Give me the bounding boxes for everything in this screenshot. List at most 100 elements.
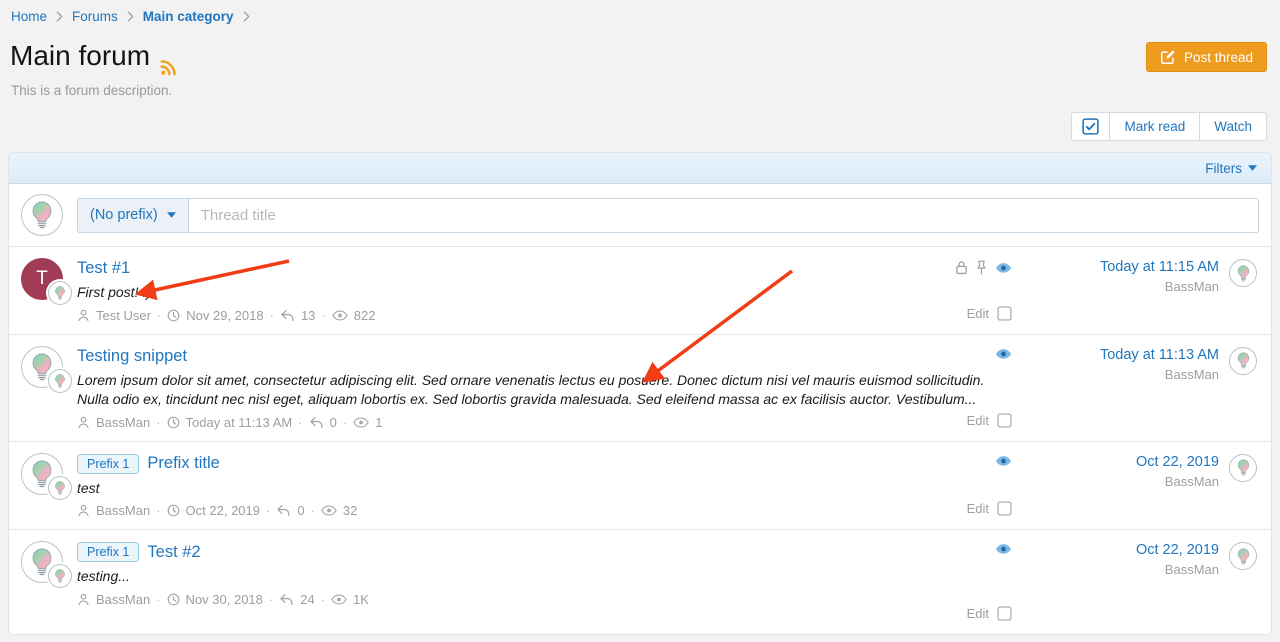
thread-snippet: testing... [77,567,1021,587]
thread-last-post: Oct 22, 2019 BassMan [1029,453,1219,519]
thread-author[interactable]: BassMan [96,592,150,607]
view-count: 1 [375,415,382,430]
breadcrumb-main-category[interactable]: Main category [143,9,234,24]
thread-row: Prefix 1 Prefix title test BassMan · Oct… [9,442,1271,531]
thread-prefix-badge[interactable]: Prefix 1 [77,542,139,562]
chevron-right-icon [56,11,63,22]
person-icon [77,309,90,322]
last-post-date-link[interactable]: Oct 22, 2019 [1029,454,1219,470]
views-icon [321,505,337,516]
thread-title-link[interactable]: Test #1 [77,259,130,278]
last-poster-avatar[interactable] [1229,259,1257,287]
last-post-author[interactable]: BassMan [1029,367,1219,382]
meta-separator: · [156,592,160,607]
last-poster-avatar[interactable] [1229,542,1257,570]
last-post-date-link[interactable]: Today at 11:15 AM [1029,259,1219,275]
thread-status-icons [955,260,1012,275]
thread-title-link[interactable]: Prefix title [147,454,219,473]
quick-thread-field: (No prefix) [77,198,1259,233]
thread-edit-control: Edit [967,306,1012,321]
chevron-right-icon [243,11,250,22]
watching-eye-icon [995,455,1012,467]
last-post-author[interactable]: BassMan [1029,279,1219,294]
post-thread-button[interactable]: Post thread [1146,42,1267,72]
clock-icon [167,416,180,429]
thread-author-avatar-wrap [21,453,77,519]
views-icon [353,417,369,428]
edit-checkbox[interactable] [997,606,1012,621]
thread-status-icons [995,543,1012,555]
current-user-avatar[interactable] [21,194,63,236]
edit-checkbox[interactable] [997,501,1012,516]
thread-author[interactable]: BassMan [96,503,150,518]
thread-title-link[interactable]: Testing snippet [77,347,187,366]
meta-separator: · [156,415,160,430]
mark-read-button[interactable]: Mark read [1109,113,1199,140]
person-icon [77,504,90,517]
forum-page: Home Forums Main category Main forum Thi… [0,0,1280,642]
edit-checkbox[interactable] [997,413,1012,428]
filters-label: Filters [1205,161,1242,176]
view-count: 32 [343,503,357,518]
thread-row: Prefix 1 Test #2 testing... BassMan · No… [9,530,1271,634]
thread-author[interactable]: Test User [96,308,151,323]
thread-last-post: Today at 11:13 AM BassMan [1029,346,1219,430]
watch-button[interactable]: Watch [1199,113,1266,140]
thread-main: Prefix 1 Prefix title test BassMan · Oct… [77,453,1029,519]
last-poster-mini-avatar[interactable] [48,564,72,588]
last-poster-avatar[interactable] [1229,347,1257,375]
watching-eye-icon [995,543,1012,555]
last-poster-avatar-wrap [1219,258,1257,323]
thread-snippet: Lorem ipsum dolor sit amet, consectetur … [77,371,1021,410]
clock-icon [167,593,180,606]
views-icon [331,594,347,605]
thread-author-avatar-wrap: T [21,258,77,323]
meta-separator: · [266,503,270,518]
thread-title-input[interactable] [189,198,1259,233]
chevron-right-icon [127,11,134,22]
thread-date: Nov 30, 2018 [186,592,263,607]
last-post-date-link[interactable]: Today at 11:13 AM [1029,347,1219,363]
select-threads-button[interactable] [1072,113,1109,140]
thread-edit-control: Edit [967,413,1012,428]
last-poster-mini-avatar[interactable] [48,281,72,305]
edit-checkbox[interactable] [997,306,1012,321]
thread-author-avatar-wrap [21,346,77,430]
last-post-date-link[interactable]: Oct 22, 2019 [1029,542,1219,558]
reply-count: 24 [300,592,314,607]
thread-snippet: test [77,479,1021,499]
thread-snippet: First post! :) [77,283,1021,303]
view-count: 1K [353,592,369,607]
replies-icon [276,504,291,517]
last-poster-mini-avatar[interactable] [48,476,72,500]
thread-status-icons [995,455,1012,467]
thread-title-link[interactable]: Test #2 [147,543,200,562]
edit-label: Edit [967,606,989,621]
meta-separator: · [298,415,302,430]
lock-icon [955,260,968,275]
breadcrumb-forums[interactable]: Forums [72,9,118,24]
thread-edit-control: Edit [967,501,1012,516]
thread-list-container: Filters (No prefix) T Test [8,152,1272,635]
edit-label: Edit [967,306,989,321]
last-poster-avatar-wrap [1219,453,1257,519]
caret-down-icon [167,212,176,218]
reply-count: 0 [330,415,337,430]
meta-separator: · [156,503,160,518]
last-post-author[interactable]: BassMan [1029,474,1219,489]
thread-author[interactable]: BassMan [96,415,150,430]
edit-label: Edit [967,501,989,516]
checkbox-checked-icon [1082,118,1099,135]
meta-separator: · [343,415,347,430]
filters-button[interactable]: Filters [1205,161,1257,176]
last-poster-avatar[interactable] [1229,454,1257,482]
filter-bar: Filters [9,153,1271,184]
last-poster-avatar-wrap [1219,346,1257,430]
prefix-select[interactable]: (No prefix) [77,198,189,233]
last-post-author[interactable]: BassMan [1029,562,1219,577]
meta-separator: · [157,308,161,323]
rss-icon[interactable] [160,51,177,68]
last-poster-mini-avatar[interactable] [48,369,72,393]
thread-prefix-badge[interactable]: Prefix 1 [77,454,139,474]
breadcrumb-home[interactable]: Home [11,9,47,24]
